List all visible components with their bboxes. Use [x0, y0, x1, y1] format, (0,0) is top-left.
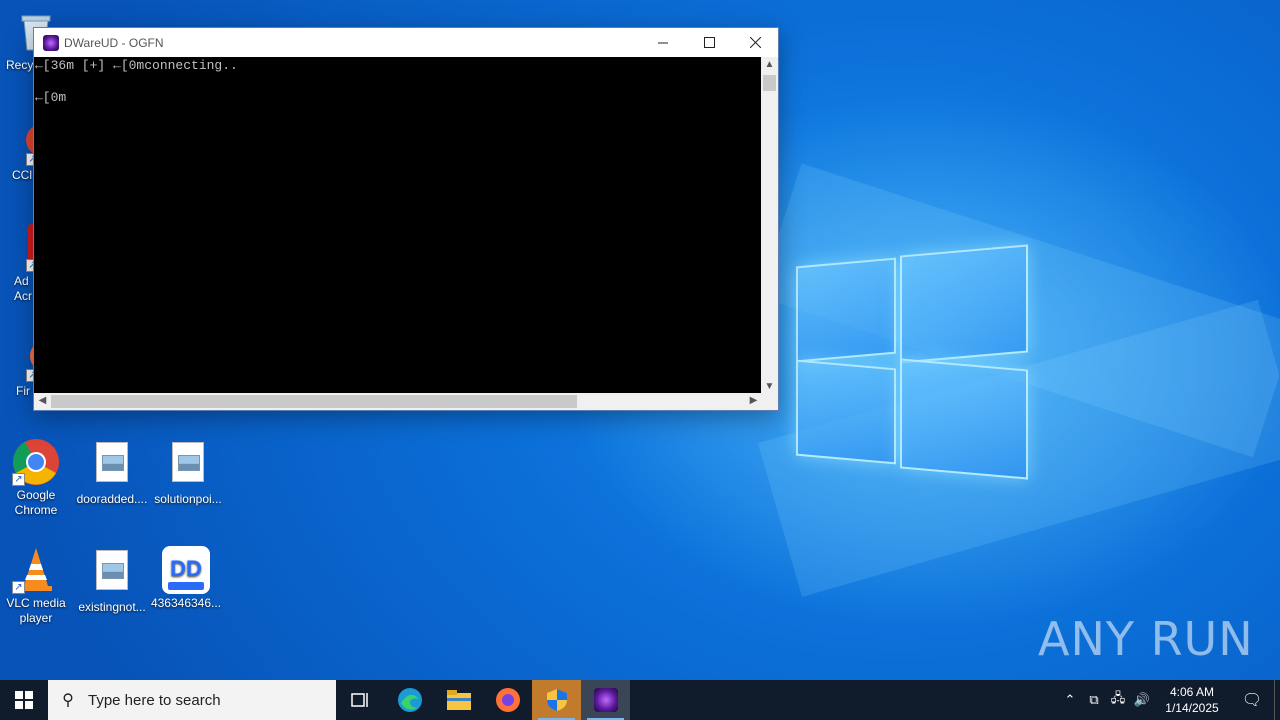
- windows-logo: [796, 242, 1030, 480]
- desktop-icon-label: VLC media player: [6, 596, 66, 625]
- vertical-scroll-thumb[interactable]: [763, 75, 776, 91]
- notification-icon[interactable]: 🗨: [1230, 690, 1274, 710]
- desktop-icon-vlc[interactable]: ↗ VLC media player: [0, 546, 74, 626]
- console-line: ←[36m [+] ←[0mconnecting..: [35, 58, 238, 73]
- scroll-left-icon[interactable]: ◀: [34, 395, 51, 406]
- start-button[interactable]: [0, 680, 48, 720]
- desktop-icon-label: dooradded....: [76, 492, 148, 506]
- image-file-icon: [88, 442, 136, 490]
- firefox-icon: [495, 688, 520, 712]
- search-icon: ⚲: [62, 692, 74, 709]
- vertical-scrollbar[interactable]: ▲ ▼: [761, 57, 778, 394]
- taskbar-file-explorer[interactable]: [434, 680, 483, 720]
- dwareud-app-icon: [593, 688, 618, 712]
- windows-start-icon: [15, 691, 33, 709]
- horizontal-scroll-thumb[interactable]: [51, 395, 577, 408]
- volume-icon[interactable]: 🔊: [1130, 692, 1154, 708]
- desktop-icon-436346346[interactable]: DD 436346346...: [148, 546, 224, 611]
- meet-now-icon[interactable]: ⧉: [1082, 692, 1106, 708]
- resize-grip[interactable]: [761, 393, 778, 410]
- edge-icon: [397, 688, 422, 712]
- task-view-icon: [350, 693, 368, 707]
- show-desktop-button[interactable]: [1274, 680, 1280, 720]
- taskbar-firefox[interactable]: [483, 680, 532, 720]
- horizontal-scrollbar[interactable]: ◀ ▶: [34, 393, 762, 410]
- clock-time: 4:06 AM: [1169, 685, 1215, 699]
- desktop-icon-google-chrome[interactable]: ↗ Google Chrome: [0, 438, 74, 518]
- minimize-button[interactable]: [640, 28, 686, 57]
- anyrun-watermark: ANY RUN: [1038, 612, 1254, 666]
- task-view-button[interactable]: [336, 680, 385, 720]
- desktop-icon-label: Google Chrome: [14, 488, 58, 517]
- taskbar-search-box[interactable]: ⚲ Type here to search: [48, 680, 336, 720]
- folder-icon: [446, 690, 471, 710]
- svg-text:DD: DD: [170, 556, 202, 581]
- desktop-icon-solutionpoi[interactable]: solutionpoi...: [150, 438, 226, 507]
- chrome-icon: ↗: [12, 438, 60, 486]
- desktop-icon-label: 436346346...: [150, 596, 222, 610]
- desktop-icon-existingnot[interactable]: existingnot...: [74, 546, 150, 615]
- maximize-button[interactable]: [686, 28, 732, 57]
- window-titlebar[interactable]: DWareUD - OGFN: [34, 28, 778, 57]
- scroll-down-icon[interactable]: ▼: [761, 381, 778, 392]
- window-title: DWareUD - OGFN: [64, 35, 164, 50]
- dd-app-icon: DD: [162, 546, 210, 594]
- taskbar: ⚲ Type here to search ⌃ ⧉ 🖧 🔊 4:06 AM 1/…: [0, 680, 1280, 720]
- image-file-icon: [164, 442, 212, 490]
- system-tray: ⌃ ⧉ 🖧 🔊 4:06 AM 1/14/2025 🗨: [1058, 680, 1280, 720]
- scroll-up-icon[interactable]: ▲: [761, 59, 778, 70]
- vlc-cone-icon: ↗: [12, 546, 60, 594]
- desktop-icon-label: solutionpoi...: [154, 492, 222, 506]
- taskbar-security-shield[interactable]: [532, 680, 581, 720]
- console-line: ←[0m: [35, 90, 67, 105]
- uac-shield-icon: [546, 689, 567, 711]
- console-window[interactable]: DWareUD - OGFN ←[36m [+] ←[0mconnecting.…: [33, 27, 779, 411]
- clock-date: 1/14/2025: [1165, 701, 1219, 715]
- console-output[interactable]: ←[36m [+] ←[0mconnecting.. ←[0m: [34, 57, 762, 394]
- app-icon: [43, 34, 59, 51]
- scroll-right-icon[interactable]: ▶: [745, 395, 762, 406]
- shortcut-arrow-icon: ↗: [12, 581, 25, 594]
- chevron-up-icon[interactable]: ⌃: [1058, 692, 1082, 708]
- network-icon[interactable]: 🖧: [1106, 689, 1130, 711]
- shortcut-arrow-icon: ↗: [12, 473, 25, 486]
- close-button[interactable]: [732, 28, 778, 57]
- image-file-icon: [88, 550, 136, 598]
- desktop-icon-label: Ad Acr: [14, 274, 32, 303]
- search-placeholder: Type here to search: [88, 691, 221, 709]
- taskbar-edge[interactable]: [385, 680, 434, 720]
- desktop-icon-label: existingnot...: [78, 600, 146, 614]
- taskbar-dwareud[interactable]: [581, 680, 630, 720]
- desktop-icon-dooradded[interactable]: dooradded....: [74, 438, 150, 507]
- taskbar-clock[interactable]: 4:06 AM 1/14/2025: [1154, 684, 1230, 716]
